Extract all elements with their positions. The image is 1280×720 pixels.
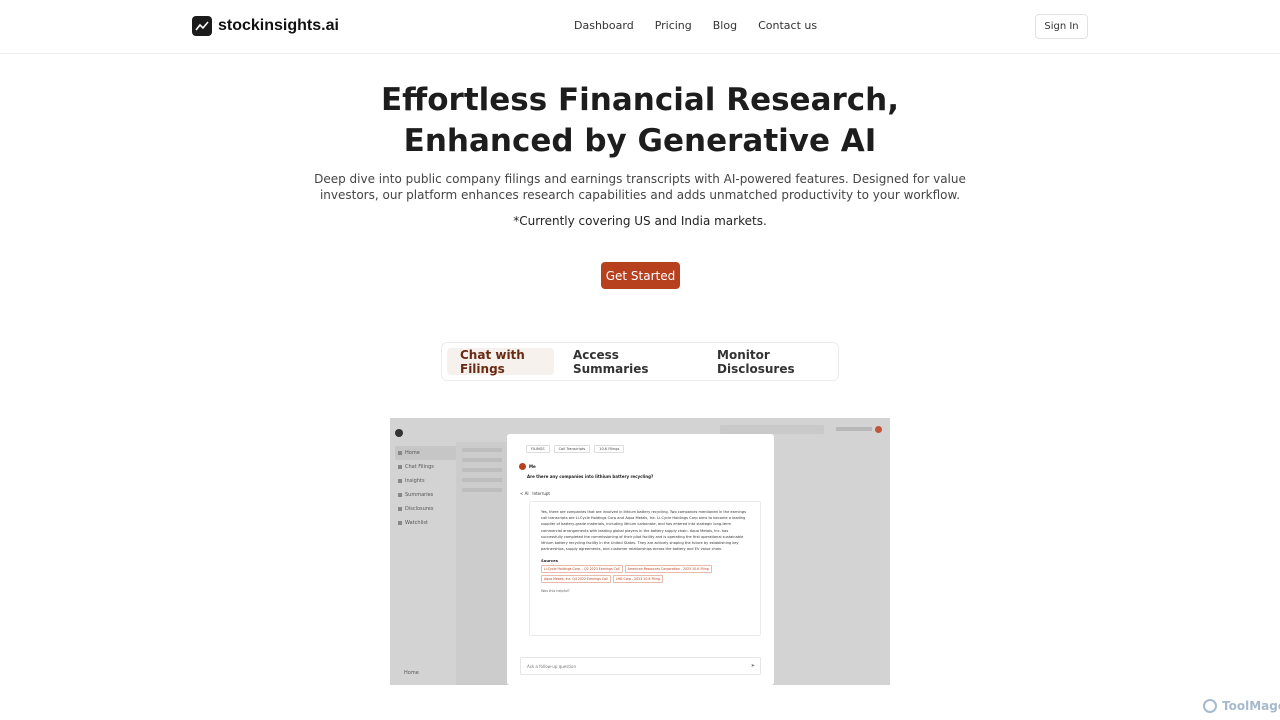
preview-sidebar-bottom: Home [404, 670, 419, 676]
preview-thread-line [462, 488, 502, 492]
hero-title-line2: Enhanced by Generative AI [403, 123, 877, 159]
preview-helpful: Was this helpful? [541, 589, 570, 594]
watermark-logo-icon [1203, 699, 1217, 713]
tab-chat-with-filings[interactable]: Chat with Filings [447, 348, 554, 376]
source-chip: American Resources Corporation - 2023 10… [624, 565, 712, 574]
preview-follow-up-input: Ask a follow-up question ➤ [520, 657, 761, 675]
preview-answer-text: Yes, there are companies that are involv… [541, 510, 746, 552]
preview-sources-label: Sources [541, 558, 559, 564]
preview-thread-line [462, 448, 502, 452]
tab-monitor-disclosures[interactable]: Monitor Disclosures [717, 348, 838, 376]
preview-doc-tab: 10-K Filings [594, 445, 625, 453]
preview-doc-tab: FILINGS [526, 445, 550, 453]
source-chip: Li-Cycle Holdings Corp. - Q2 2023 Earnin… [541, 565, 623, 574]
preview-sidebar-item: Chat Filings [395, 460, 457, 474]
watermark: ToolMage [1203, 699, 1280, 713]
preview-sidebar: Home Chat Filings Insights Summaries Dis… [395, 446, 457, 530]
preview-doc-tab: Call Transcripts [553, 445, 591, 453]
preview-thread-line [462, 468, 502, 472]
nav-dashboard[interactable]: Dashboard [574, 19, 634, 32]
preview-sidebar-item: Insights [395, 474, 457, 488]
nav-pricing[interactable]: Pricing [655, 19, 692, 32]
user-avatar-icon [519, 463, 526, 470]
preview-user-name [836, 427, 872, 431]
preview-sidebar-item: Home [395, 446, 457, 460]
tab-access-summaries[interactable]: Access Summaries [573, 348, 686, 376]
coverage-note: *Currently covering US and India markets… [513, 214, 767, 228]
preview-ai-label: < AI Interrupt [520, 491, 550, 496]
preview-thread-line [462, 478, 502, 482]
nav-contact[interactable]: Contact us [758, 19, 817, 32]
preview-sidebar-item: Summaries [395, 488, 457, 502]
ai-share-icon: < [520, 491, 524, 496]
preview-logo-icon [395, 429, 403, 437]
hero-subtitle: Deep dive into public company filings an… [314, 172, 966, 202]
preview-sources: Li-Cycle Holdings Corp. - Q2 2023 Earnin… [541, 565, 749, 585]
preview-me-label: Me [529, 464, 536, 469]
brand-logo[interactable]: stockinsights.ai [192, 16, 339, 36]
get-started-button[interactable]: Get Started [601, 262, 680, 289]
hero-title: Effortless Financial Research, Enhanced … [0, 80, 1280, 162]
hero-title-line1: Effortless Financial Research, [380, 82, 900, 118]
preview-question: Are there any companies into lithium bat… [527, 474, 654, 479]
preview-chat-card: FILINGS Call Transcripts 10-K Filings Me… [507, 434, 774, 685]
main-nav: Dashboard Pricing Blog Contact us [574, 19, 838, 32]
trend-chart-icon [192, 16, 212, 36]
send-icon: ➤ [750, 663, 755, 669]
preview-thread-line [462, 458, 502, 462]
source-chip: LHD Corp - 2023 10-K Filing [612, 575, 663, 584]
preview-thread-list [456, 442, 508, 685]
brand-name: stockinsights.ai [218, 17, 339, 34]
preview-sidebar-item: Watchlist [395, 516, 457, 530]
watermark-text: ToolMage [1222, 699, 1280, 713]
site-header: stockinsights.ai Dashboard Pricing Blog … [0, 0, 1280, 54]
preview-sidebar-item: Disclosures [395, 502, 457, 516]
preview-ai-status: Interrupt [532, 491, 550, 496]
source-chip: Aqua Metals, Inc. Q4 2022 Earnings Call [541, 575, 611, 584]
preview-search-bar [720, 425, 824, 434]
product-preview: Home Chat Filings Insights Summaries Dis… [390, 418, 890, 685]
preview-answer-box: Yes, there are companies that are involv… [529, 501, 761, 636]
feature-tabs: Chat with Filings Access Summaries Monit… [441, 342, 839, 381]
sign-in-button[interactable]: Sign In [1035, 14, 1088, 39]
nav-blog[interactable]: Blog [713, 19, 737, 32]
preview-doc-tabs: FILINGS Call Transcripts 10-K Filings [526, 445, 628, 453]
preview-avatar [875, 426, 882, 433]
